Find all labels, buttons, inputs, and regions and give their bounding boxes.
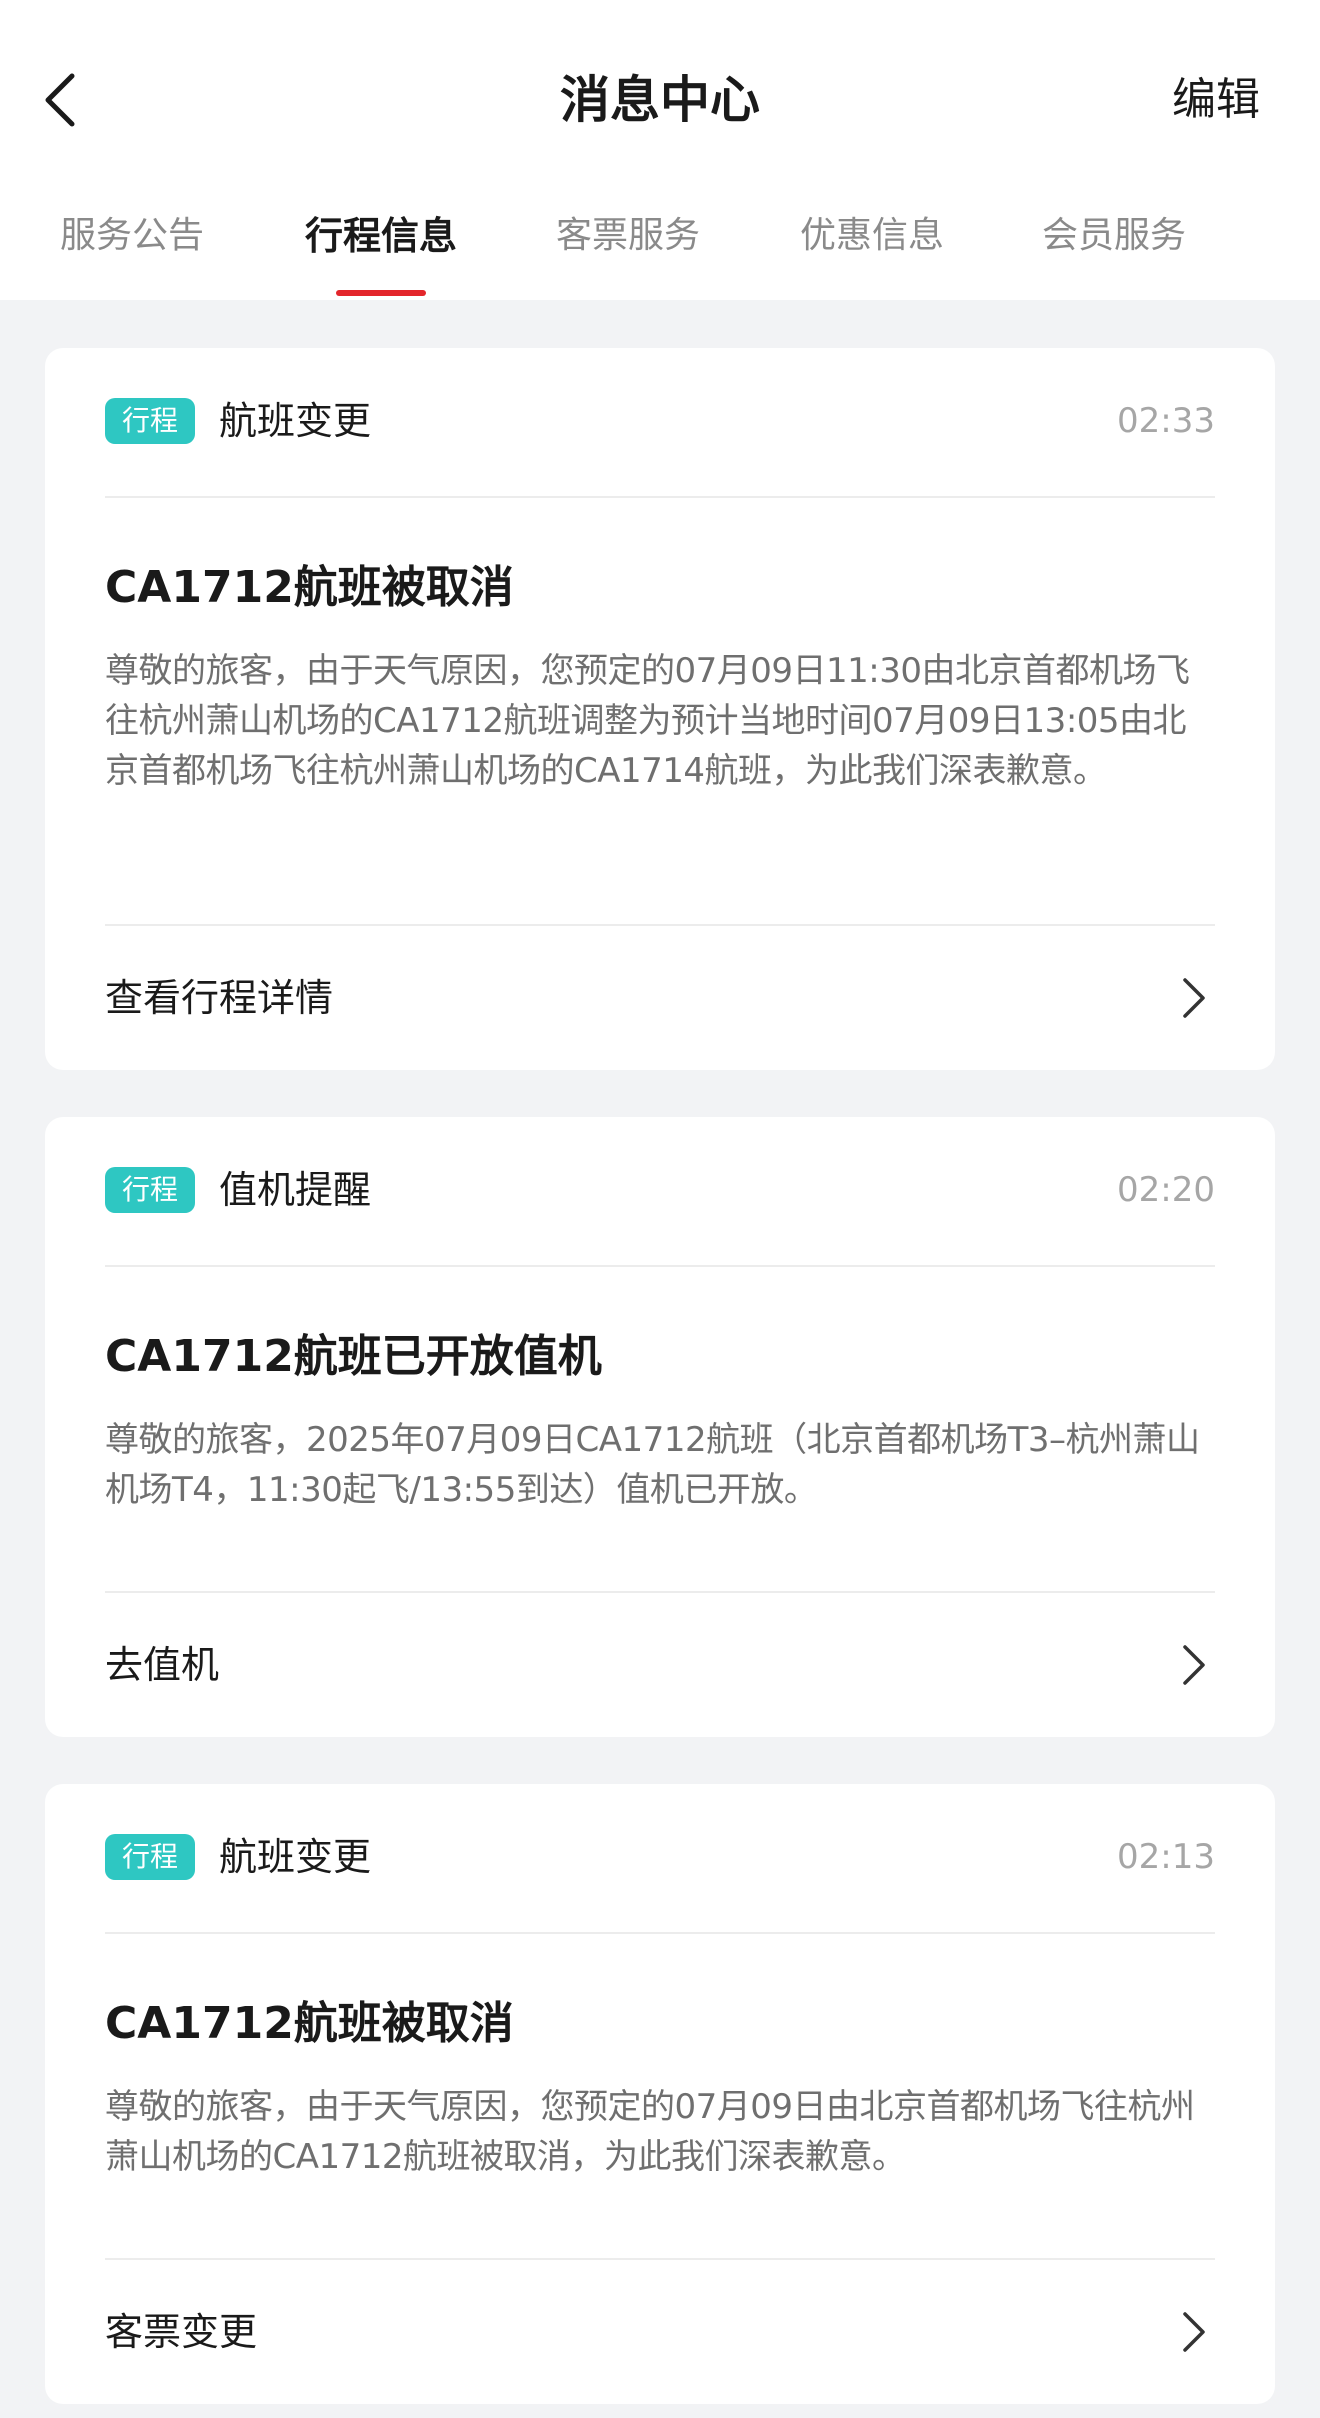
message-title: CA1712航班已开放值机 (105, 1331, 602, 1382)
card-header: 行程 航班变更 02:33 (105, 348, 1215, 498)
active-tab-indicator (336, 290, 426, 296)
message-time: 02:33 (1117, 401, 1215, 441)
itinerary-badge: 行程 (105, 1167, 195, 1213)
page-title: 消息中心 (560, 71, 760, 129)
action-label: 查看行程详情 (105, 976, 334, 1020)
card-body: CA1712航班已开放值机 尊敬的旅客，2025年07月09日CA1712航班（… (105, 1327, 1215, 1515)
itinerary-badge: 行程 (105, 1834, 195, 1880)
message-time: 02:13 (1117, 1837, 1215, 1877)
tab-service-notice[interactable]: 服务公告 (60, 190, 204, 300)
card-header: 行程 值机提醒 02:20 (105, 1117, 1215, 1267)
chevron-right-icon (1183, 2312, 1205, 2352)
card-header: 行程 航班变更 02:13 (105, 1784, 1215, 1934)
message-category: 航班变更 (219, 1835, 372, 1879)
tab-member-service[interactable]: 会员服务 (1042, 190, 1186, 300)
tab-promotions[interactable]: 优惠信息 (800, 190, 944, 300)
action-label: 去值机 (105, 1643, 220, 1687)
card-body: CA1712航班被取消 尊敬的旅客，由于天气原因，您预定的07月09日由北京首都… (105, 1994, 1215, 2182)
check-in-button[interactable]: 去值机 (105, 1591, 1215, 1737)
action-label: 客票变更 (105, 2310, 258, 2354)
tab-itinerary-info[interactable]: 行程信息 (301, 190, 461, 300)
message-time: 02:20 (1117, 1170, 1215, 1210)
tab-bar: 服务公告 行程信息 客票服务 优惠信息 会员服务 (0, 190, 1320, 300)
edit-button[interactable]: 编辑 (1172, 40, 1260, 160)
header: 消息中心 编辑 服务公告 行程信息 客票服务 优惠信息 会员服务 (0, 0, 1320, 300)
message-text: 尊敬的旅客，由于天气原因，您预定的07月09日11:30由北京首都机场飞往杭州萧… (105, 651, 1190, 791)
message-category: 航班变更 (219, 399, 372, 443)
itinerary-badge: 行程 (105, 398, 195, 444)
chevron-left-icon (45, 73, 75, 127)
message-text: 尊敬的旅客，由于天气原因，您预定的07月09日由北京首都机场飞往杭州萧山机场的C… (105, 2087, 1195, 2177)
message-card: 行程 值机提醒 02:20 CA1712航班已开放值机 尊敬的旅客，2025年0… (45, 1117, 1275, 1737)
message-title: CA1712航班被取消 (105, 562, 514, 613)
message-card: 行程 航班变更 02:33 CA1712航班被取消 尊敬的旅客，由于天气原因，您… (45, 348, 1275, 1070)
message-card: 行程 航班变更 02:13 CA1712航班被取消 尊敬的旅客，由于天气原因，您… (45, 1784, 1275, 2404)
back-button[interactable] (20, 60, 100, 140)
view-itinerary-details-button[interactable]: 查看行程详情 (105, 924, 1215, 1070)
message-category: 值机提醒 (219, 1168, 372, 1212)
message-title: CA1712航班被取消 (105, 1998, 514, 2049)
chevron-right-icon (1183, 1645, 1205, 1685)
message-text: 尊敬的旅客，2025年07月09日CA1712航班（北京首都机场T3–杭州萧山机… (105, 1420, 1200, 1510)
card-body: CA1712航班被取消 尊敬的旅客，由于天气原因，您预定的07月09日11:30… (105, 558, 1215, 796)
tab-ticket-service[interactable]: 客票服务 (556, 190, 700, 300)
ticket-change-button[interactable]: 客票变更 (105, 2258, 1215, 2404)
chevron-right-icon (1183, 978, 1205, 1018)
nav-bar: 消息中心 编辑 (0, 40, 1320, 160)
